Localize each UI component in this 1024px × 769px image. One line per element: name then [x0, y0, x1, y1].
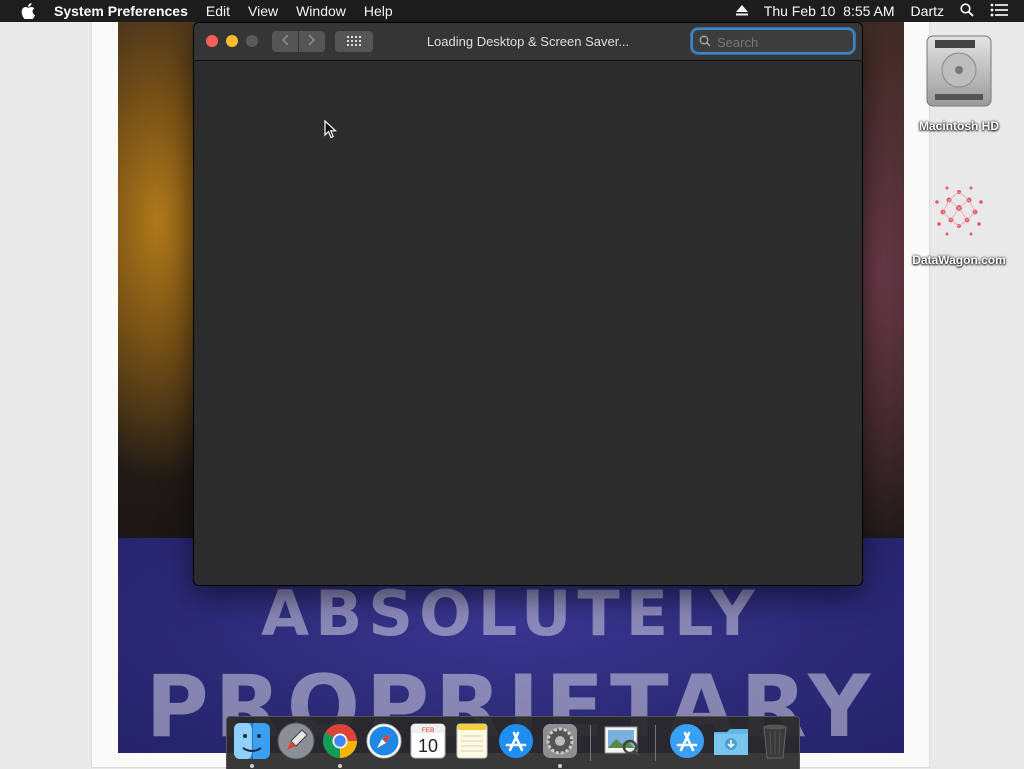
- hard-drive-icon: [921, 35, 997, 114]
- menu-clock[interactable]: Thu Feb 10 8:55 AM: [764, 3, 895, 19]
- menu-help[interactable]: Help: [364, 3, 393, 19]
- dock-system-preferences-icon[interactable]: [540, 721, 580, 761]
- window-titlebar[interactable]: Loading Desktop & Screen Saver...: [194, 23, 862, 61]
- calendar-day: 10: [418, 736, 438, 756]
- desktop-icon-macintosh-hd[interactable]: Macintosh HD: [904, 30, 1014, 133]
- dock-app-store-icon[interactable]: [496, 721, 536, 761]
- menu-edit[interactable]: Edit: [206, 3, 230, 19]
- search-field[interactable]: [693, 30, 853, 52]
- mouse-cursor-icon: [324, 119, 338, 144]
- dock-preview-icon[interactable]: [602, 721, 642, 761]
- apple-menu-icon[interactable]: [18, 3, 38, 19]
- notification-center-icon[interactable]: [990, 3, 1008, 20]
- dock: FEB 10: [226, 716, 800, 769]
- spotlight-search-icon[interactable]: [960, 2, 974, 20]
- dock-chrome-icon[interactable]: [320, 721, 360, 761]
- dock-calendar-icon[interactable]: FEB 10: [408, 721, 448, 761]
- desktop-icon-datawagon[interactable]: DataWagon.com: [904, 174, 1014, 267]
- preferences-content-area: [194, 61, 862, 585]
- dock-app-store-folder-icon[interactable]: [667, 721, 707, 761]
- calendar-month: FEB: [422, 727, 435, 734]
- desktop-icon-label: Macintosh HD: [918, 119, 999, 133]
- dock-running-indicator: [558, 764, 562, 768]
- desktop-icon-label: DataWagon.com: [912, 253, 1006, 267]
- dock-finder-icon[interactable]: [232, 721, 272, 761]
- dock-separator: [655, 725, 656, 761]
- menu-bar: System Preferences Edit View Window Help…: [0, 0, 1024, 22]
- search-icon: [699, 34, 711, 52]
- dock-running-indicator: [338, 764, 342, 768]
- dock-safari-icon[interactable]: [364, 721, 404, 761]
- dock-separator: [590, 725, 591, 761]
- dock-notes-icon[interactable]: [452, 721, 492, 761]
- system-preferences-window: Loading Desktop & Screen Saver...: [194, 23, 862, 585]
- menu-app-name[interactable]: System Preferences: [54, 3, 188, 19]
- search-input[interactable]: [715, 32, 849, 52]
- dock-trash-icon[interactable]: [755, 721, 795, 761]
- menu-bar-status-area: Thu Feb 10 8:55 AM Dartz: [735, 0, 1024, 22]
- dock-running-indicator: [250, 764, 254, 768]
- menu-view[interactable]: View: [248, 3, 278, 19]
- wallpaper-text-line1: ABSOLUTELY: [261, 577, 761, 650]
- menu-window[interactable]: Window: [296, 3, 346, 19]
- dock-launchpad-icon[interactable]: [276, 721, 316, 761]
- eject-icon[interactable]: [735, 3, 748, 19]
- menu-user-name[interactable]: Dartz: [911, 3, 944, 19]
- datawagon-icon: [921, 186, 997, 248]
- dock-downloads-folder-icon[interactable]: [711, 721, 751, 761]
